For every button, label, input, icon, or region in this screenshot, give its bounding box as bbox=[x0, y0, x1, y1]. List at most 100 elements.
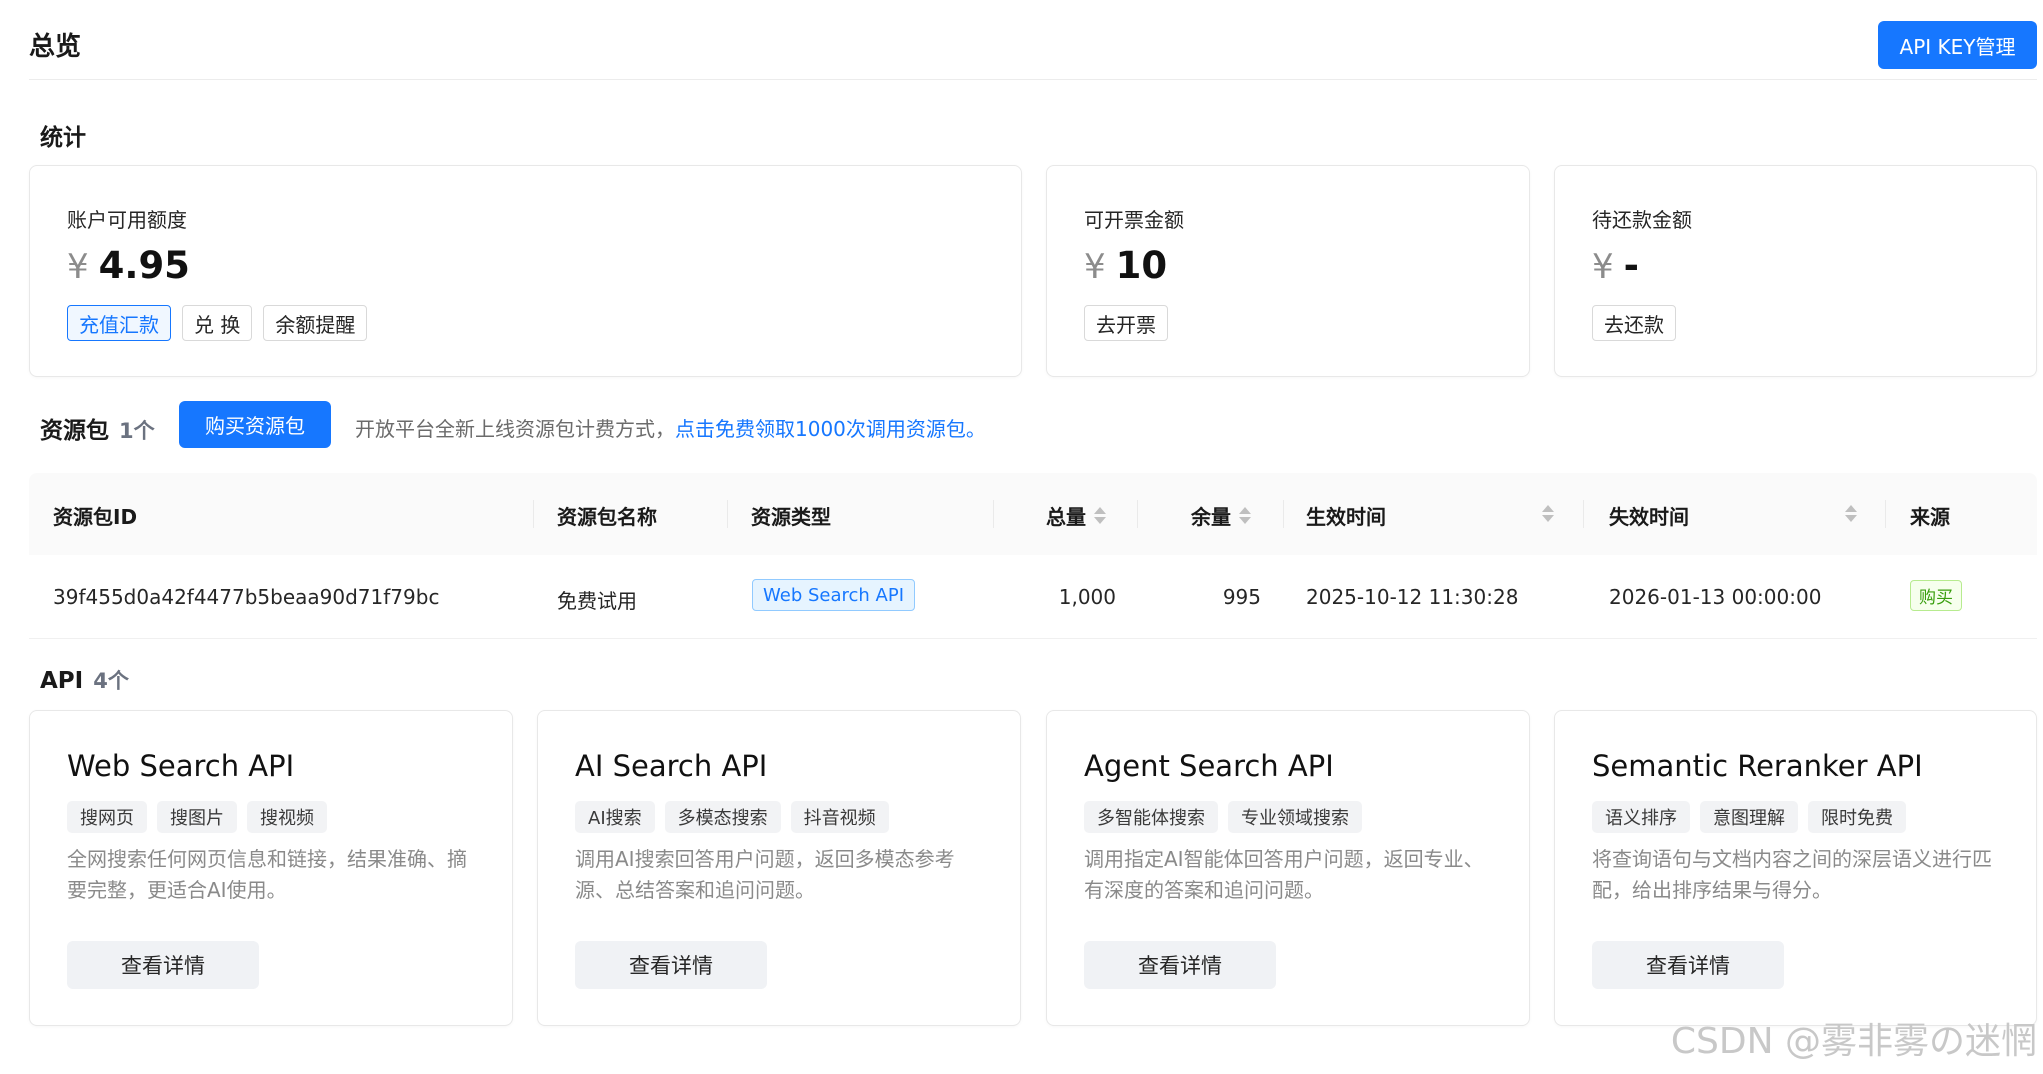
api-card-web-search: Web Search API 搜网页 搜图片 搜视频 全网搜索任何网页信息和链接… bbox=[29, 710, 513, 1026]
api-tag: AI搜索 bbox=[575, 801, 655, 833]
repayment-value: ¥ - bbox=[1592, 244, 1639, 287]
api-tag: 多模态搜索 bbox=[664, 801, 781, 833]
api-tag: 意图理解 bbox=[1700, 801, 1798, 833]
invoice-amount: 10 bbox=[1115, 244, 1168, 287]
redeem-button[interactable]: 兑 换 bbox=[182, 305, 253, 341]
invoice-value: ¥10 bbox=[1084, 244, 1167, 287]
api-card-description: 将查询语句与文档内容之间的深层语义进行匹配，给出排序结果与得分。 bbox=[1592, 847, 1992, 902]
api-tag: 搜图片 bbox=[157, 801, 237, 833]
cell-package-id: 39f455d0a42f4477b5beaa90d71f79bc bbox=[53, 585, 440, 609]
issue-invoice-button[interactable]: 去开票 bbox=[1084, 305, 1168, 341]
balance-alert-button[interactable]: 余额提醒 bbox=[263, 305, 368, 341]
column-divider bbox=[727, 500, 728, 528]
api-tag: 限时免费 bbox=[1808, 801, 1906, 833]
view-details-button[interactable]: 查看详情 bbox=[1084, 941, 1276, 989]
api-card-title: Web Search API bbox=[67, 749, 295, 783]
column-divider bbox=[1137, 500, 1138, 528]
buy-resource-package-button[interactable]: 购买资源包 bbox=[179, 401, 331, 448]
invoice-actions: 去开票 bbox=[1084, 305, 1168, 341]
balance-amount: 4.95 bbox=[98, 244, 190, 287]
page-header: 总览 API KEY管理 bbox=[29, 0, 2037, 80]
promo-banner: 开放平台全新上线资源包计费方式，点击免费领取1000次调用资源包。 bbox=[355, 413, 986, 442]
repayment-card: 待还款金额 ¥ - 去还款 bbox=[1554, 165, 2037, 377]
column-divider bbox=[1583, 500, 1584, 528]
cell-source-tag: 购买 bbox=[1910, 580, 1962, 611]
column-header-remaining[interactable]: 余量 bbox=[1191, 501, 1251, 530]
currency-symbol: ¥ bbox=[1592, 247, 1614, 287]
column-header-source: 来源 bbox=[1910, 505, 1950, 529]
api-tag: 抖音视频 bbox=[790, 801, 889, 833]
column-header-start[interactable]: 生效时间 bbox=[1306, 501, 1386, 530]
api-card-agent-search: Agent Search API 多智能体搜索 专业领域搜索 调用指定AI智能体… bbox=[1046, 710, 1530, 1026]
column-header-remaining-label: 余量 bbox=[1191, 505, 1231, 529]
cell-package-name: 免费试用 bbox=[557, 589, 637, 613]
repayment-amount: - bbox=[1623, 244, 1639, 287]
repayment-actions: 去还款 bbox=[1592, 305, 1676, 341]
overview-page: 总览 API KEY管理 统计 账户可用额度 ¥4.95 充值汇款 兑 换 余额… bbox=[0, 0, 2043, 1074]
resources-count: 1个 bbox=[119, 419, 155, 443]
api-title-text: API bbox=[40, 668, 84, 694]
balance-card: 账户可用额度 ¥4.95 充值汇款 兑 换 余额提醒 bbox=[29, 165, 1022, 377]
column-header-total-label: 总量 bbox=[1046, 505, 1086, 529]
balance-value: ¥4.95 bbox=[67, 244, 190, 287]
api-card-semantic-reranker: Semantic Reranker API 语义排序 意图理解 限时免费 将查询… bbox=[1554, 710, 2037, 1026]
promo-text: 开放平台全新上线资源包计费方式， bbox=[355, 417, 675, 441]
sort-icon[interactable] bbox=[1239, 507, 1251, 524]
api-card-description: 全网搜索任何网页信息和链接，结果准确、摘要完整，更适合AI使用。 bbox=[67, 847, 467, 902]
column-divider bbox=[1283, 500, 1284, 528]
api-card-tags: 搜网页 搜图片 搜视频 bbox=[67, 801, 327, 833]
api-count: 4个 bbox=[93, 669, 129, 693]
api-card-title: Agent Search API bbox=[1084, 749, 1334, 783]
api-tag: 专业领域搜索 bbox=[1228, 801, 1362, 833]
table-header: 资源包ID 资源包名称 资源类型 总量 余量 生效时间 失效时间 来源 bbox=[29, 473, 2037, 555]
api-card-title: Semantic Reranker API bbox=[1592, 749, 1923, 783]
api-tag: 多智能体搜索 bbox=[1084, 801, 1218, 833]
resources-title-text: 资源包 bbox=[40, 418, 109, 444]
api-card-description: 调用指定AI智能体回答用户问题，返回专业、有深度的答案和追问问题。 bbox=[1084, 847, 1484, 902]
csdn-watermark: CSDN @雾非雾の迷惘 bbox=[1670, 1021, 2037, 1062]
column-divider bbox=[533, 500, 534, 528]
api-tag: 语义排序 bbox=[1592, 801, 1690, 833]
currency-symbol: ¥ bbox=[67, 247, 89, 287]
resource-table: 资源包ID 资源包名称 资源类型 总量 余量 生效时间 失效时间 来源 39f4… bbox=[29, 473, 2037, 639]
cell-resource-type-tag: Web Search API bbox=[752, 579, 916, 611]
sort-icon[interactable] bbox=[1542, 505, 1554, 522]
resources-section-title: 资源包 1个 bbox=[40, 411, 155, 445]
page-title: 总览 bbox=[29, 32, 82, 62]
invoice-label: 可开票金额 bbox=[1084, 208, 1184, 232]
repayment-label: 待还款金额 bbox=[1592, 208, 1692, 232]
recharge-button[interactable]: 充值汇款 bbox=[67, 305, 171, 341]
view-details-button[interactable]: 查看详情 bbox=[1592, 941, 1784, 989]
cell-end-time: 2026-01-13 00:00:00 bbox=[1609, 585, 1822, 609]
column-divider bbox=[1885, 500, 1886, 528]
view-details-button[interactable]: 查看详情 bbox=[67, 941, 259, 989]
invoice-card: 可开票金额 ¥10 去开票 bbox=[1046, 165, 1530, 377]
column-header-end[interactable]: 失效时间 bbox=[1609, 501, 1689, 530]
table-row: 39f455d0a42f4477b5beaa90d71f79bc 免费试用 We… bbox=[29, 555, 2037, 639]
sort-icon[interactable] bbox=[1845, 505, 1857, 522]
balance-actions: 充值汇款 兑 换 余额提醒 bbox=[67, 305, 368, 341]
stats-section-title: 统计 bbox=[40, 125, 86, 151]
api-card-description: 调用AI搜索回答用户问题，返回多模态参考源、总结答案和追问问题。 bbox=[575, 847, 955, 902]
cell-remaining: 995 bbox=[1222, 585, 1261, 609]
api-card-tags: AI搜索 多模态搜索 抖音视频 bbox=[575, 801, 889, 833]
api-card-tags: 语义排序 意图理解 限时免费 bbox=[1592, 801, 1906, 833]
api-card-tags: 多智能体搜索 专业领域搜索 bbox=[1084, 801, 1362, 833]
column-header-type: 资源类型 bbox=[751, 505, 831, 529]
cell-total: 1,000 bbox=[1058, 585, 1116, 609]
column-header-total[interactable]: 总量 bbox=[1046, 501, 1106, 530]
api-tag: 搜网页 bbox=[67, 801, 147, 833]
api-card-ai-search: AI Search API AI搜索 多模态搜索 抖音视频 调用AI搜索回答用户… bbox=[537, 710, 1021, 1026]
api-card-title: AI Search API bbox=[575, 749, 768, 783]
column-divider bbox=[993, 500, 994, 528]
sort-icon[interactable] bbox=[1094, 507, 1106, 524]
repay-button[interactable]: 去还款 bbox=[1592, 305, 1676, 341]
cell-start-time: 2025-10-12 11:30:28 bbox=[1306, 585, 1519, 609]
api-section-title: API 4个 bbox=[40, 665, 129, 695]
api-key-management-button[interactable]: API KEY管理 bbox=[1878, 21, 2037, 69]
view-details-button[interactable]: 查看详情 bbox=[575, 941, 767, 989]
currency-symbol: ¥ bbox=[1084, 247, 1106, 287]
column-header-id: 资源包ID bbox=[53, 505, 138, 529]
column-header-name: 资源包名称 bbox=[557, 505, 657, 529]
free-package-link[interactable]: 点击免费领取1000次调用资源包。 bbox=[675, 417, 986, 441]
